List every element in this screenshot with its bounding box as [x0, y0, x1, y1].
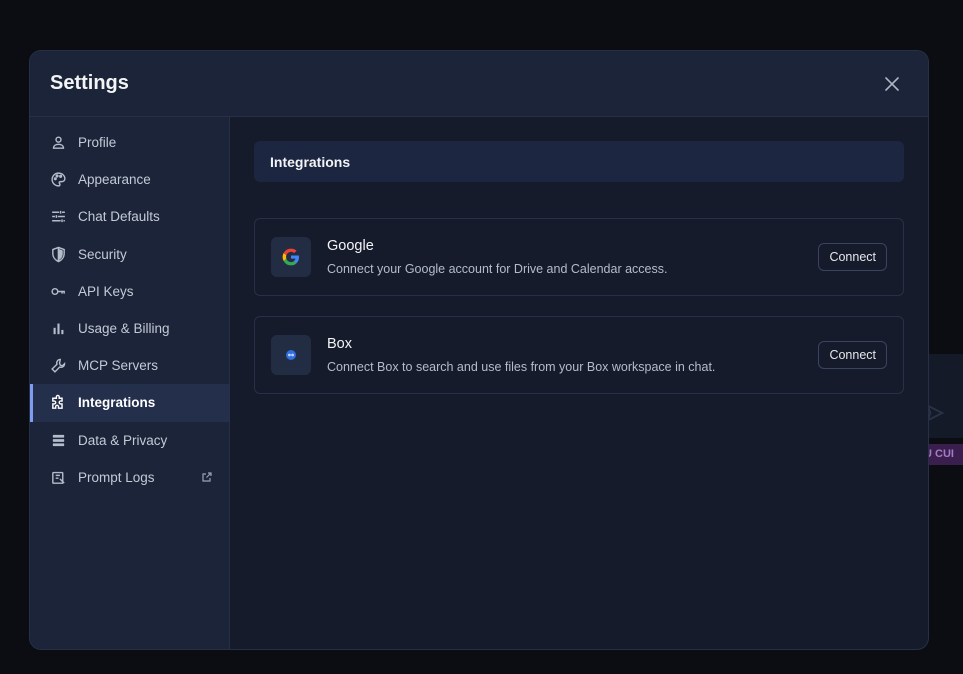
- puzzle-icon: [50, 394, 67, 411]
- section-title: Integrations: [254, 141, 904, 182]
- sidebar-item-label: Prompt Logs: [78, 469, 155, 485]
- sidebar-item-chat-defaults[interactable]: Chat Defaults: [30, 198, 229, 235]
- sidebar-item-label: Security: [78, 246, 127, 262]
- sidebar-item-label: API Keys: [78, 283, 134, 299]
- key-icon: [50, 283, 67, 300]
- sidebar-item-label: Usage & Billing: [78, 321, 170, 337]
- connect-box-button[interactable]: Connect: [818, 341, 887, 369]
- sidebar-item-api-keys[interactable]: API Keys: [30, 273, 229, 310]
- integration-description: Connect Box to search and use files from…: [327, 360, 716, 374]
- wrench-icon: [50, 357, 67, 374]
- sidebar-item-appearance[interactable]: Appearance: [30, 161, 229, 198]
- settings-modal: Settings Profile Appearance Chat Default…: [29, 50, 929, 650]
- shield-icon: [50, 246, 67, 263]
- close-icon: [885, 76, 899, 91]
- palette-icon: [50, 171, 67, 188]
- sidebar-item-profile[interactable]: Profile: [30, 124, 229, 161]
- sidebar-item-label: Integrations: [78, 395, 156, 411]
- sliders-icon: [50, 208, 67, 225]
- external-link-icon: [201, 471, 213, 483]
- integration-name: Google: [327, 238, 374, 254]
- sidebar-item-label: MCP Servers: [78, 358, 159, 374]
- integration-card-box: Box Connect Box to search and use files …: [254, 316, 904, 394]
- close-button[interactable]: [880, 72, 904, 96]
- sidebar-item-usage-billing[interactable]: Usage & Billing: [30, 310, 229, 347]
- sidebar-item-data-privacy[interactable]: Data & Privacy: [30, 422, 229, 459]
- integration-description: Connect your Google account for Drive an…: [327, 262, 668, 276]
- sidebar-item-label: Profile: [78, 135, 117, 151]
- integration-card-google: Google Connect your Google account for D…: [254, 218, 904, 296]
- modal-title: Settings: [50, 72, 129, 94]
- sidebar-item-label: Chat Defaults: [78, 209, 160, 225]
- sidebar-item-label: Data & Privacy: [78, 432, 168, 448]
- person-icon: [50, 134, 67, 151]
- settings-content: Integrations Google Connect your Google …: [230, 117, 928, 649]
- modal-header: Settings: [30, 51, 928, 117]
- database-icon: [50, 432, 67, 449]
- connect-google-button[interactable]: Connect: [818, 243, 887, 271]
- sidebar-item-security[interactable]: Security: [30, 236, 229, 273]
- sidebar-item-integrations[interactable]: Integrations: [30, 384, 229, 422]
- sidebar-item-label: Appearance: [78, 172, 151, 188]
- settings-sidebar: Profile Appearance Chat Defaults Securit…: [30, 117, 230, 649]
- sidebar-item-mcp-servers[interactable]: MCP Servers: [30, 347, 229, 384]
- bar-chart-icon: [50, 320, 67, 337]
- sidebar-item-prompt-logs[interactable]: Prompt Logs: [30, 459, 229, 496]
- google-logo-icon: [271, 237, 311, 277]
- box-logo-icon: [271, 335, 311, 375]
- logs-icon: [50, 469, 67, 486]
- integration-name: Box: [327, 336, 352, 352]
